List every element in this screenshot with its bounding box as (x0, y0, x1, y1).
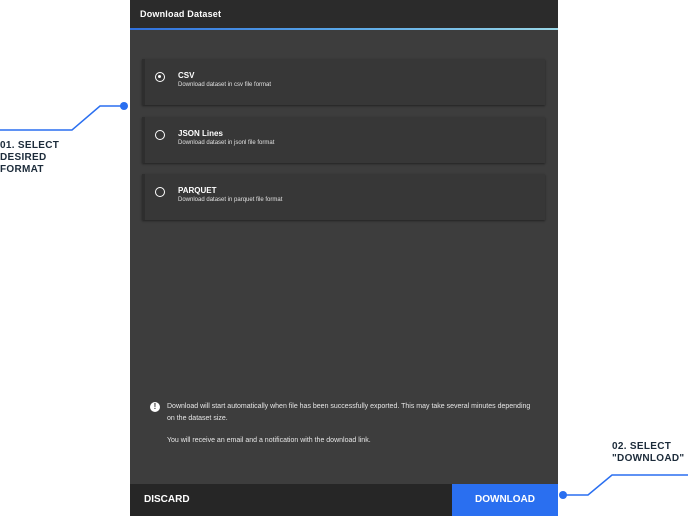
dialog-footer: DISCARD DOWNLOAD (130, 484, 558, 516)
discard-button[interactable]: DISCARD (144, 484, 190, 516)
radio-unchecked-icon[interactable] (155, 130, 165, 140)
notice-text: Download will start automatically when f… (167, 403, 531, 422)
option-label: JSON Lines (178, 129, 223, 138)
format-option-parquet[interactable]: PARQUET Download dataset in parquet file… (142, 174, 545, 220)
callout-step1: 01. SELECT DESIRED FORMAT (0, 140, 59, 176)
download-dataset-dialog: Download Dataset CSV Download dataset in… (130, 0, 558, 516)
option-label: CSV (178, 71, 195, 80)
format-option-csv[interactable]: CSV Download dataset in csv file format (142, 59, 545, 105)
callout-step1-line2: DESIRED (0, 152, 47, 163)
dialog-title: Download Dataset (140, 9, 222, 19)
callout-step1-line1: 01. SELECT (0, 140, 60, 151)
dialog-header: Download Dataset (130, 0, 558, 30)
option-description: Download dataset in jsonl file format (178, 140, 275, 146)
info-icon: ! (150, 402, 160, 412)
option-description: Download dataset in parquet file format (178, 197, 283, 203)
callout-step1-line3: FORMAT (0, 164, 44, 175)
notice-email-text: You will receive an email and a notifica… (167, 437, 371, 444)
format-option-jsonl[interactable]: JSON Lines Download dataset in jsonl fil… (142, 117, 545, 163)
download-button[interactable]: DOWNLOAD (452, 484, 558, 516)
option-label: PARQUET (178, 186, 217, 195)
callout-step2-line1: 02. SELECT (612, 441, 672, 452)
callout-step2: 02. SELECT "DOWNLOAD" (612, 441, 684, 465)
radio-checked-icon[interactable] (155, 72, 165, 82)
option-description: Download dataset in csv file format (178, 82, 272, 88)
callout-step2-line2: "DOWNLOAD" (612, 453, 685, 464)
radio-unchecked-icon[interactable] (155, 187, 165, 197)
